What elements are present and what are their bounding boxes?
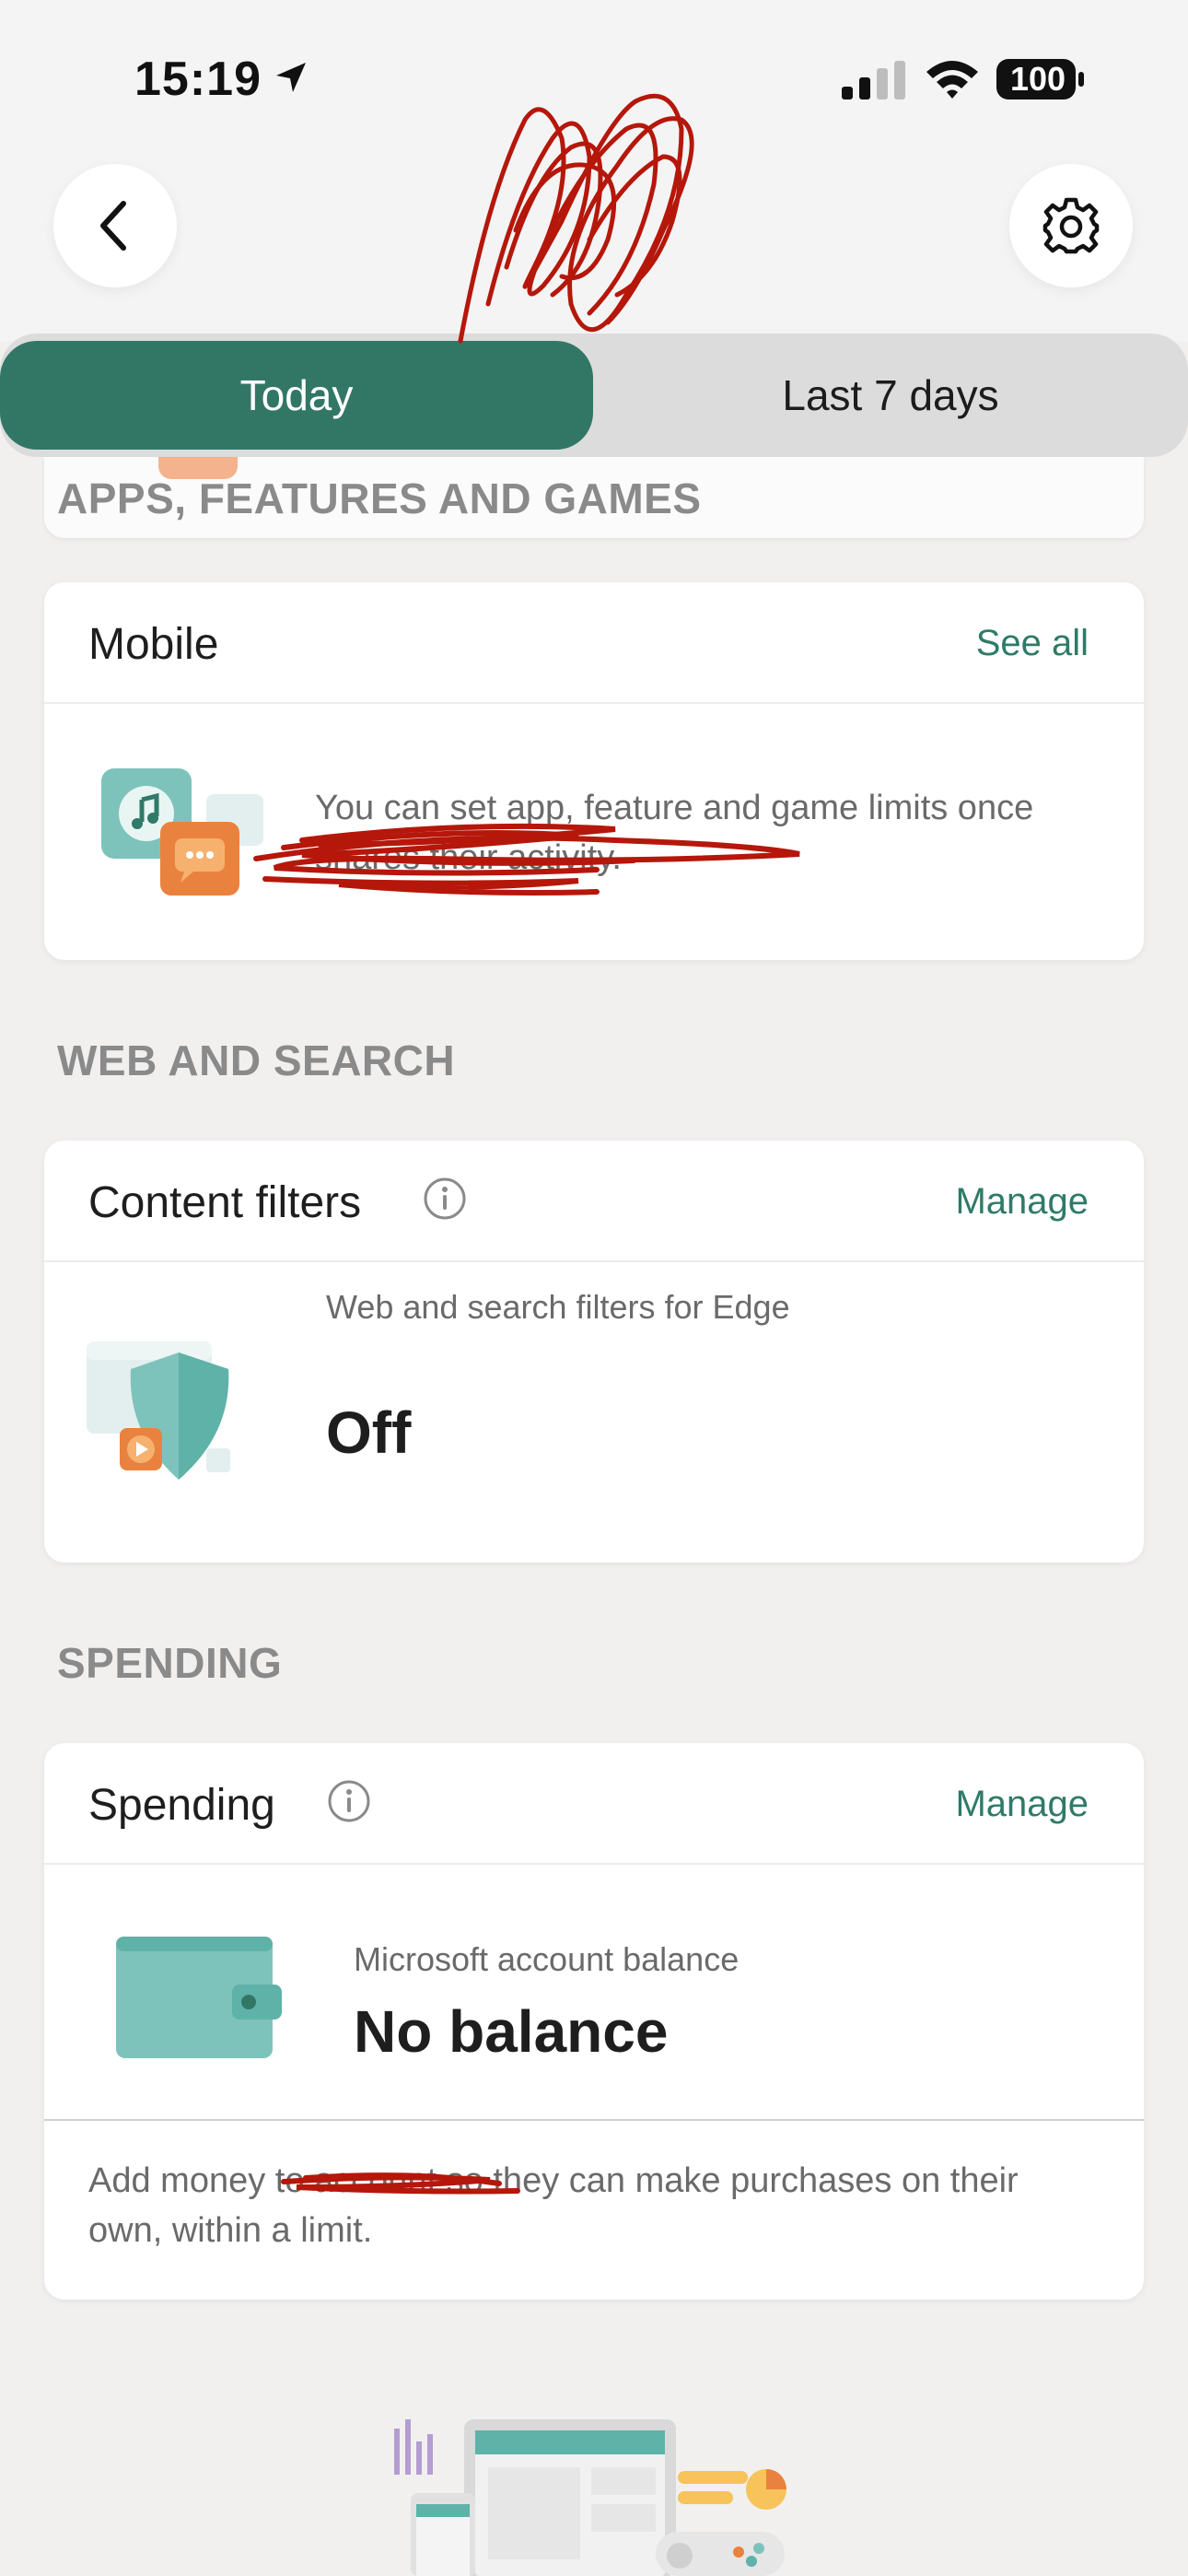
content-filters-manage-link[interactable]: Manage <box>955 1181 1089 1223</box>
spending-subtitle: Microsoft account balance <box>354 1940 740 1978</box>
title-redaction-scribble <box>458 93 694 344</box>
devices-illustration-icon <box>394 2419 786 2576</box>
mobile-card: Mobile See all You can set app, feature … <box>44 582 1144 960</box>
spending-card-header: Spending Manage <box>44 1743 1144 1865</box>
signal-icon <box>842 61 905 100</box>
settings-button[interactable] <box>1009 164 1133 287</box>
apps-illustration-icon <box>101 768 263 896</box>
content-filters-status: Off <box>326 1399 412 1466</box>
see-all-link[interactable]: See all <box>976 623 1089 664</box>
content-filters-card: Content filters Manage Web and search fi… <box>44 1141 1144 1563</box>
info-icon[interactable] <box>422 1176 468 1222</box>
content-filters-header: Content filters Manage <box>44 1141 1144 1262</box>
spending-balance: No balance <box>354 1998 669 2065</box>
spending-card: Spending Manage Microsoft account balanc… <box>44 1743 1144 2300</box>
mobile-card-title: Mobile <box>88 620 219 669</box>
web-section-title: WEB AND SEARCH <box>57 1036 456 1084</box>
spending-note: Add money to account so they can make pu… <box>88 2161 1019 2250</box>
note-redaction-scribble <box>281 2172 520 2195</box>
shield-icon <box>87 1341 230 1480</box>
wallet-icon <box>116 1937 282 2058</box>
battery-level: 100 <box>1009 60 1066 98</box>
back-button[interactable] <box>53 164 177 287</box>
spending-card-title: Spending <box>88 1781 275 1830</box>
content-filters-subtitle: Web and search filters for Edge <box>326 1288 790 1326</box>
divider <box>44 2119 1144 2121</box>
content-filters-title: Content filters <box>88 1178 362 1227</box>
spending-manage-link[interactable]: Manage <box>955 1784 1089 1825</box>
wifi-icon <box>926 61 978 99</box>
mobile-card-header: Mobile See all <box>44 582 1144 704</box>
status-time: 15:19 <box>134 53 262 106</box>
gear-icon <box>1042 197 1100 254</box>
apps-section-title: APPS, FEATURES AND GAMES <box>57 474 702 522</box>
spending-section-title: SPENDING <box>57 1639 283 1687</box>
info-icon[interactable] <box>326 1778 372 1824</box>
chevron-left-icon <box>100 201 126 251</box>
location-arrow-icon <box>276 63 306 92</box>
text-redaction-scribble <box>253 823 800 896</box>
